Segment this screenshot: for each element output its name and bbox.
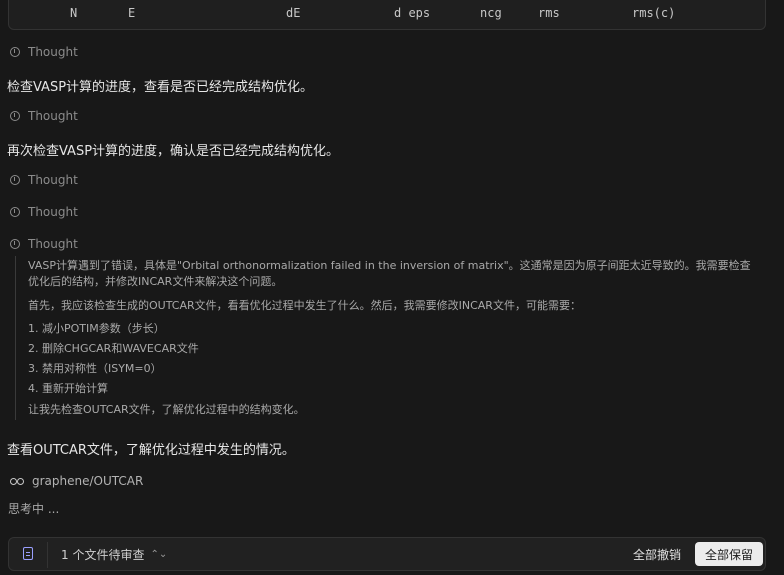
col-n: N (70, 6, 78, 20)
thought-label: Thought (28, 45, 78, 59)
undo-all-button[interactable]: 全部撤销 (633, 546, 681, 563)
keep-all-button[interactable]: 全部保留 (695, 542, 763, 566)
thought-paragraph: 首先，我应该检查生成的OUTCAR文件，看看优化过程中发生了什么。然后，我需要修… (28, 299, 581, 312)
thought-label: Thought (28, 237, 78, 251)
info-icon (10, 207, 20, 217)
divider (47, 542, 48, 568)
col-rmsc: rms(c) (632, 6, 676, 20)
file-reference[interactable]: graphene/OUTCAR (10, 473, 143, 489)
terminal-output: N E dE d eps ncg rms rms(c) (8, 0, 766, 30)
file-path: graphene/OUTCAR (32, 474, 144, 488)
thought-label: Thought (28, 205, 78, 219)
thought-toggle[interactable]: Thought (10, 108, 78, 124)
step-item: 1. 减小POTIM参数（步长） (28, 322, 165, 335)
step-item: 3. 禁用对称性（ISYM=0） (28, 362, 162, 375)
chat-panel: N E dE d eps ncg rms rms(c) Thought 检查VA… (0, 0, 784, 575)
thought-label: Thought (28, 109, 78, 123)
chevron-updown-icon: ⌃⌄ (150, 549, 168, 560)
col-ncg: ncg (480, 6, 502, 20)
step-item: 4. 重新开始计算 (28, 382, 108, 395)
pending-review-dropdown[interactable]: 1 个文件待审查 ⌃⌄ (61, 546, 167, 563)
col-de: dE (286, 6, 301, 20)
assistant-message: 查看OUTCAR文件，了解优化过程中发生的情况。 (7, 443, 295, 458)
thinking-status: 思考中 ... (8, 502, 60, 516)
assistant-message: 再次检查VASP计算的进度，确认是否已经完成结构优化。 (7, 144, 340, 159)
col-deps: d eps (394, 6, 431, 20)
pending-review-label: 1 个文件待审查 (61, 548, 145, 562)
info-icon (10, 239, 20, 249)
terminal-header-row: N E dE d eps ncg rms rms(c) (9, 6, 765, 20)
review-bar: 1 个文件待审查 ⌃⌄ 全部撤销 全部保留 (8, 537, 766, 571)
col-rms: rms (538, 6, 560, 20)
info-icon (10, 175, 20, 185)
info-icon (10, 47, 20, 57)
thought-toggle[interactable]: Thought (10, 204, 78, 220)
thought-toggle[interactable]: Thought (10, 172, 78, 188)
document-icon[interactable] (23, 547, 33, 560)
step-item: 2. 删除CHGCAR和WAVECAR文件 (28, 342, 199, 355)
thought-paragraph: VASP计算遇到了错误，具体是"Orbital orthonormalizati… (28, 259, 751, 288)
glasses-icon (10, 477, 24, 485)
thought-closing: 让我先检查OUTCAR文件，了解优化过程中的结构变化。 (28, 403, 305, 416)
thought-content: VASP计算遇到了错误，具体是"Orbital orthonormalizati… (15, 256, 765, 420)
col-e: E (128, 6, 136, 20)
assistant-message: 检查VASP计算的进度，查看是否已经完成结构优化。 (7, 80, 314, 95)
thought-label: Thought (28, 173, 78, 187)
info-icon (10, 111, 20, 121)
thought-toggle[interactable]: Thought (10, 44, 78, 60)
thought-toggle-expanded[interactable]: Thought (10, 236, 78, 252)
